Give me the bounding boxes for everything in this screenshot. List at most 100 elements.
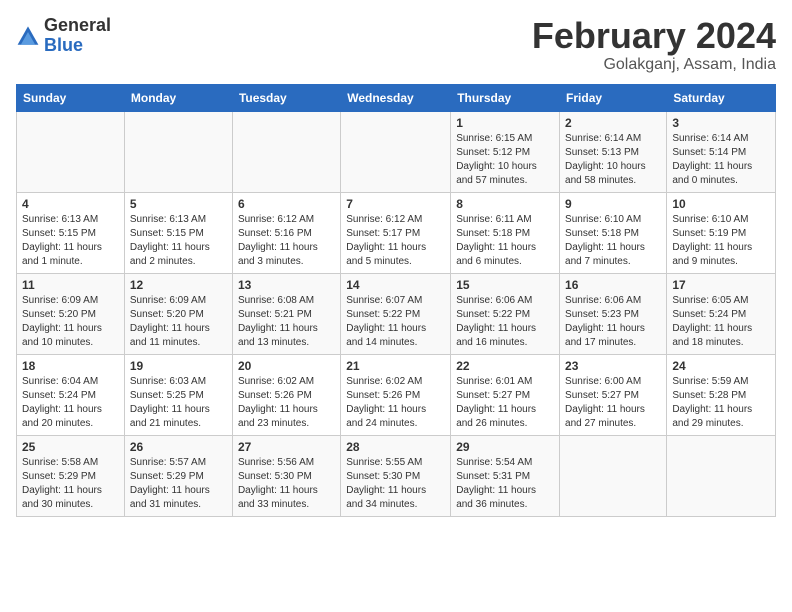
week-row-3: 11 Sunrise: 6:09 AMSunset: 5:20 PMDayligh…	[17, 273, 776, 354]
calendar-cell: 22 Sunrise: 6:01 AMSunset: 5:27 PMDayligh…	[451, 354, 560, 435]
day-info: Sunrise: 6:11 AMSunset: 5:18 PMDaylight:…	[456, 213, 554, 269]
week-row-4: 18 Sunrise: 6:04 AMSunset: 5:24 PMDayligh…	[17, 354, 776, 435]
calendar-cell	[341, 111, 451, 192]
day-info: Sunrise: 6:02 AMSunset: 5:26 PMDaylight:…	[346, 375, 445, 431]
day-info: Sunrise: 6:12 AMSunset: 5:16 PMDaylight:…	[238, 213, 335, 269]
day-number: 20	[238, 359, 335, 373]
day-info: Sunrise: 5:58 AMSunset: 5:29 PMDaylight:…	[22, 456, 119, 512]
calendar-cell: 1 Sunrise: 6:15 AMSunset: 5:12 PMDaylight…	[451, 111, 560, 192]
calendar-cell: 27 Sunrise: 5:56 AMSunset: 5:30 PMDayligh…	[232, 435, 340, 516]
day-number: 6	[238, 197, 335, 211]
day-number: 27	[238, 440, 335, 454]
day-info: Sunrise: 6:05 AMSunset: 5:24 PMDaylight:…	[672, 294, 770, 350]
calendar-cell: 19Sunrise: 6:03 AMSunset: 5:25 PMDayligh…	[124, 354, 232, 435]
header-sunday: Sunday	[17, 84, 125, 111]
calendar-cell: 15Sunrise: 6:06 AMSunset: 5:22 PMDayligh…	[451, 273, 560, 354]
day-info: Sunrise: 6:09 AMSunset: 5:20 PMDaylight:…	[22, 294, 119, 350]
day-number: 26	[130, 440, 227, 454]
day-number: 25	[22, 440, 119, 454]
calendar-cell: 9Sunrise: 6:10 AMSunset: 5:18 PMDaylight…	[560, 192, 667, 273]
day-number: 28	[346, 440, 445, 454]
month-title: February 2024	[532, 16, 776, 56]
day-info: Sunrise: 6:09 AMSunset: 5:20 PMDaylight:…	[130, 294, 227, 350]
header-thursday: Thursday	[451, 84, 560, 111]
day-info: Sunrise: 6:10 AMSunset: 5:19 PMDaylight:…	[672, 213, 770, 269]
day-info: Sunrise: 6:14 AMSunset: 5:13 PMDaylight:…	[565, 132, 661, 188]
week-row-5: 25 Sunrise: 5:58 AMSunset: 5:29 PMDayligh…	[17, 435, 776, 516]
day-number: 14	[346, 278, 445, 292]
logo-blue: Blue	[44, 35, 83, 55]
calendar-cell: 17Sunrise: 6:05 AMSunset: 5:24 PMDayligh…	[667, 273, 776, 354]
calendar-cell: 4Sunrise: 6:13 AMSunset: 5:15 PMDaylight…	[17, 192, 125, 273]
day-number: 2	[565, 116, 661, 130]
calendar-cell: 14 Sunrise: 6:07 AMSunset: 5:22 PMDayligh…	[341, 273, 451, 354]
day-info: Sunrise: 6:03 AMSunset: 5:25 PMDaylight:…	[130, 375, 227, 431]
day-number: 13	[238, 278, 335, 292]
calendar-cell: 23 Sunrise: 6:00 AMSunset: 5:27 PMDayligh…	[560, 354, 667, 435]
day-info: Sunrise: 6:14 AMSunset: 5:14 PMDaylight:…	[672, 132, 770, 188]
day-number: 22	[456, 359, 554, 373]
calendar-cell: 8 Sunrise: 6:11 AMSunset: 5:18 PMDaylight…	[451, 192, 560, 273]
location: Golakganj, Assam, India	[532, 56, 776, 74]
calendar-header-row: SundayMondayTuesdayWednesdayThursdayFrid…	[17, 84, 776, 111]
day-number: 29	[456, 440, 554, 454]
day-number: 8	[456, 197, 554, 211]
title-area: February 2024 Golakganj, Assam, India	[532, 16, 776, 74]
day-info: Sunrise: 5:55 AMSunset: 5:30 PMDaylight:…	[346, 456, 445, 512]
day-number: 5	[130, 197, 227, 211]
day-info: Sunrise: 6:13 AMSunset: 5:15 PMDaylight:…	[130, 213, 227, 269]
calendar-cell: 29Sunrise: 5:54 AMSunset: 5:31 PMDayligh…	[451, 435, 560, 516]
week-row-1: 1 Sunrise: 6:15 AMSunset: 5:12 PMDaylight…	[17, 111, 776, 192]
day-number: 16	[565, 278, 661, 292]
logo-text: General Blue	[44, 16, 111, 56]
calendar-cell: 11 Sunrise: 6:09 AMSunset: 5:20 PMDayligh…	[17, 273, 125, 354]
day-number: 15	[456, 278, 554, 292]
calendar-cell: 5 Sunrise: 6:13 AMSunset: 5:15 PMDaylight…	[124, 192, 232, 273]
day-number: 11	[22, 278, 119, 292]
day-info: Sunrise: 6:02 AMSunset: 5:26 PMDaylight:…	[238, 375, 335, 431]
calendar-cell: 2 Sunrise: 6:14 AMSunset: 5:13 PMDaylight…	[560, 111, 667, 192]
day-info: Sunrise: 5:56 AMSunset: 5:30 PMDaylight:…	[238, 456, 335, 512]
calendar-cell: 24 Sunrise: 5:59 AMSunset: 5:28 PMDayligh…	[667, 354, 776, 435]
day-number: 18	[22, 359, 119, 373]
day-number: 10	[672, 197, 770, 211]
calendar-cell	[667, 435, 776, 516]
header-monday: Monday	[124, 84, 232, 111]
calendar-cell: 26 Sunrise: 5:57 AMSunset: 5:29 PMDayligh…	[124, 435, 232, 516]
calendar-cell: 13Sunrise: 6:08 AMSunset: 5:21 PMDayligh…	[232, 273, 340, 354]
day-info: Sunrise: 6:04 AMSunset: 5:24 PMDaylight:…	[22, 375, 119, 431]
day-number: 1	[456, 116, 554, 130]
calendar-cell	[232, 111, 340, 192]
calendar-cell: 3Sunrise: 6:14 AMSunset: 5:14 PMDaylight…	[667, 111, 776, 192]
calendar-cell: 6 Sunrise: 6:12 AMSunset: 5:16 PMDaylight…	[232, 192, 340, 273]
logo-general: General	[44, 15, 111, 35]
day-info: Sunrise: 5:59 AMSunset: 5:28 PMDaylight:…	[672, 375, 770, 431]
day-info: Sunrise: 6:12 AMSunset: 5:17 PMDaylight:…	[346, 213, 445, 269]
header-friday: Friday	[560, 84, 667, 111]
calendar-cell: 28 Sunrise: 5:55 AMSunset: 5:30 PMDayligh…	[341, 435, 451, 516]
day-info: Sunrise: 6:07 AMSunset: 5:22 PMDaylight:…	[346, 294, 445, 350]
calendar-cell	[124, 111, 232, 192]
calendar-cell: 20 Sunrise: 6:02 AMSunset: 5:26 PMDayligh…	[232, 354, 340, 435]
day-number: 23	[565, 359, 661, 373]
day-number: 9	[565, 197, 661, 211]
header-tuesday: Tuesday	[232, 84, 340, 111]
day-number: 24	[672, 359, 770, 373]
calendar-cell: 25 Sunrise: 5:58 AMSunset: 5:29 PMDayligh…	[17, 435, 125, 516]
week-row-2: 4Sunrise: 6:13 AMSunset: 5:15 PMDaylight…	[17, 192, 776, 273]
day-info: Sunrise: 6:15 AMSunset: 5:12 PMDaylight:…	[456, 132, 554, 188]
day-number: 21	[346, 359, 445, 373]
day-info: Sunrise: 6:13 AMSunset: 5:15 PMDaylight:…	[22, 213, 119, 269]
day-info: Sunrise: 6:00 AMSunset: 5:27 PMDaylight:…	[565, 375, 661, 431]
calendar-cell	[560, 435, 667, 516]
calendar-cell: 21 Sunrise: 6:02 AMSunset: 5:26 PMDayligh…	[341, 354, 451, 435]
day-number: 7	[346, 197, 445, 211]
page-header: General Blue February 2024 Golakganj, As…	[16, 16, 776, 74]
header-wednesday: Wednesday	[341, 84, 451, 111]
calendar-cell: 18 Sunrise: 6:04 AMSunset: 5:24 PMDayligh…	[17, 354, 125, 435]
header-saturday: Saturday	[667, 84, 776, 111]
logo: General Blue	[16, 16, 111, 56]
day-info: Sunrise: 5:57 AMSunset: 5:29 PMDaylight:…	[130, 456, 227, 512]
calendar-cell: 7 Sunrise: 6:12 AMSunset: 5:17 PMDaylight…	[341, 192, 451, 273]
day-info: Sunrise: 6:01 AMSunset: 5:27 PMDaylight:…	[456, 375, 554, 431]
